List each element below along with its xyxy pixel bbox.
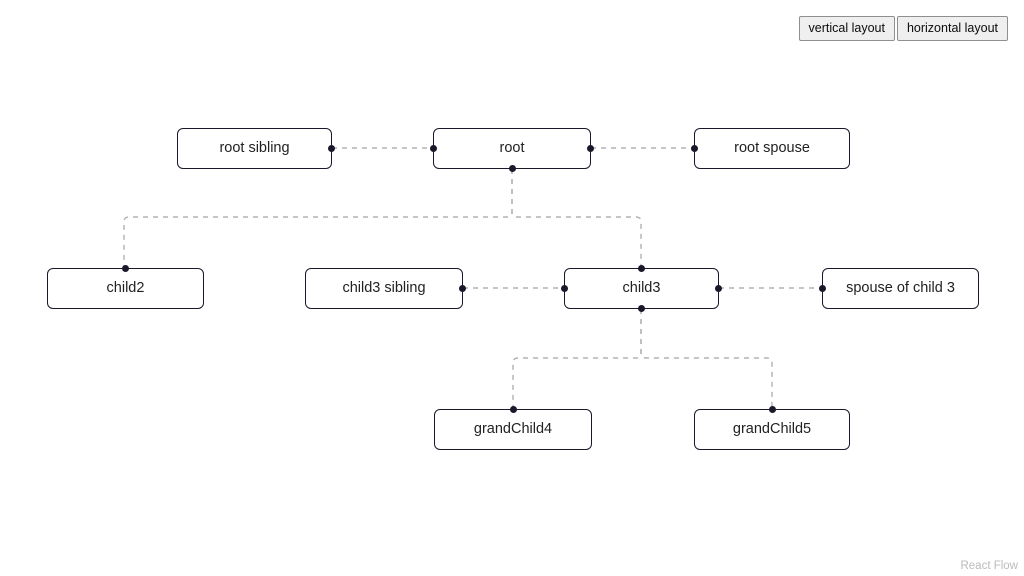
node-child3Spouse[interactable]: spouse of child 3 <box>819 268 979 309</box>
node-child2[interactable]: child2 <box>47 265 204 309</box>
handle-right-child3Sibling[interactable] <box>459 285 466 292</box>
handle-top-child3[interactable] <box>638 265 645 272</box>
node-label: root sibling <box>219 140 290 157</box>
handle-top-grandChild5[interactable] <box>768 406 776 413</box>
node-root[interactable]: root <box>430 128 594 172</box>
node-rootSibling[interactable]: root sibling <box>177 128 335 169</box>
node-label: grandChild5 <box>732 421 812 438</box>
node-label: root <box>499 140 525 157</box>
layout-controls-panel: vertical layout horizontal layout <box>798 16 1008 41</box>
react-flow-attribution[interactable]: React Flow <box>960 560 1018 572</box>
handle-right-child3[interactable] <box>715 285 722 292</box>
handle-right-root[interactable] <box>587 145 594 152</box>
handle-bottom-root[interactable] <box>508 165 516 172</box>
vertical-layout-button[interactable]: vertical layout <box>798 16 895 41</box>
node-rootSpouse[interactable]: root spouse <box>691 128 850 169</box>
handle-right-rootSibling[interactable] <box>328 145 335 152</box>
handle-left-child3Spouse[interactable] <box>819 285 826 292</box>
handle-left-root[interactable] <box>430 145 437 152</box>
node-label: grandChild4 <box>473 421 553 438</box>
node-label: root spouse <box>734 140 810 157</box>
handle-bottom-child3[interactable] <box>638 305 645 312</box>
handle-left-child3[interactable] <box>561 285 568 292</box>
node-child3[interactable]: child3 <box>561 265 722 312</box>
horizontal-layout-button[interactable]: horizontal layout <box>896 16 1008 41</box>
node-layer: root sibling root root spouse child2 child3 … <box>0 0 1024 576</box>
handle-left-rootSpouse[interactable] <box>691 145 698 152</box>
handle-top-grandChild4[interactable] <box>509 406 517 413</box>
react-flow-canvas[interactable]: root sibling root root spouse child2 child3 … <box>0 0 1024 576</box>
handle-top-child2[interactable] <box>122 265 129 272</box>
node-grandChild5[interactable]: grandChild5 <box>694 406 850 450</box>
node-child3Sibling[interactable]: child3 sibling <box>305 268 466 309</box>
node-grandChild4[interactable]: grandChild4 <box>434 406 592 450</box>
node-label: child3 sibling <box>342 280 426 297</box>
node-label: child2 <box>106 280 145 297</box>
node-label: child3 <box>622 280 661 297</box>
node-label: spouse of child 3 <box>846 280 955 297</box>
